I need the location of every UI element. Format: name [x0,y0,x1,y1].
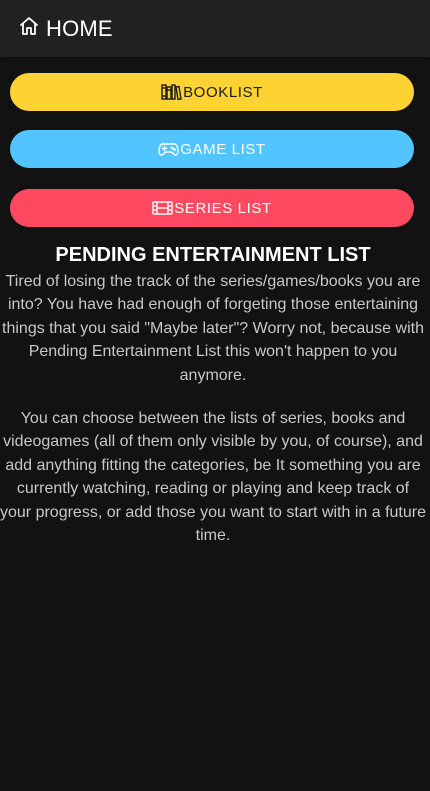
gamepad-icon [158,141,179,157]
game-list-button[interactable]: GAME LIST [10,130,414,168]
intro-paragraph: Tired of losing the track of the series/… [2,273,424,384]
film-icon [152,200,173,216]
booklist-button[interactable]: BOOKLIST [10,73,414,111]
series-list-button[interactable]: SERIES LIST [10,189,414,227]
booklist-label: BOOKLIST [183,83,263,101]
top-app-bar: HOME [0,0,430,57]
description-paragraph: You can choose between the lists of seri… [0,410,426,545]
app-title: PENDING ENTERTAINMENT LIST [55,244,371,266]
bookshelf-icon [161,84,182,100]
game-list-label: GAME LIST [180,140,266,158]
series-list-label: SERIES LIST [174,199,272,217]
home-icon[interactable] [18,15,40,37]
page-title[interactable]: HOME [46,16,113,42]
